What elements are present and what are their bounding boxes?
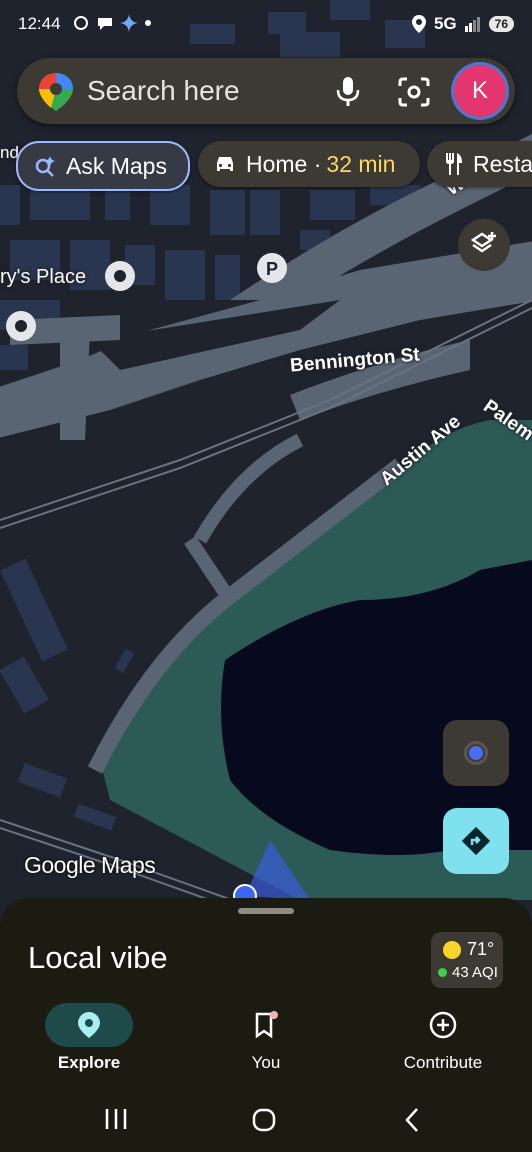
parking-icon[interactable]: P <box>257 253 287 283</box>
add-circle-icon <box>429 1011 457 1039</box>
explore-sheet[interactable]: Local vibe 71° 43 AQI <box>0 898 532 1008</box>
bookmark-icon <box>255 1011 278 1039</box>
my-location-button[interactable] <box>443 720 509 786</box>
place-pin-icon[interactable] <box>105 261 135 291</box>
ask-maps-chip[interactable]: Ask Maps <box>16 141 190 191</box>
directions-icon <box>461 826 491 856</box>
dot-icon <box>145 20 151 26</box>
place-label[interactable]: ry's Place <box>0 266 86 289</box>
home-label: Home · <box>246 150 322 177</box>
air-quality-index: 43 AQI <box>452 964 498 981</box>
battery-level: 76 <box>488 16 514 32</box>
sparkle-search-icon <box>35 156 55 177</box>
chat-icon <box>98 18 112 30</box>
tab-you[interactable]: You <box>196 997 336 1087</box>
network-type: 5G <box>433 14 457 33</box>
tab-contribute-label: Contribute <box>403 1053 483 1072</box>
directions-button[interactable] <box>443 808 509 874</box>
car-icon <box>217 157 233 171</box>
sheet-drag-handle[interactable] <box>238 908 294 914</box>
notification-icon <box>74 16 88 30</box>
layers-button[interactable] <box>458 219 510 271</box>
back-icon[interactable] <box>402 1107 422 1133</box>
layers-icon <box>470 232 496 253</box>
microphone-icon[interactable] <box>333 75 363 107</box>
map-attribution: Google Maps <box>24 852 156 878</box>
category-chips: Ask Maps Home · 32 min Resta <box>16 141 532 191</box>
home-icon[interactable] <box>251 1107 277 1133</box>
weather-widget[interactable]: 71° 43 AQI <box>431 932 503 988</box>
tab-contribute[interactable]: Contribute <box>373 997 513 1087</box>
aqi-status-icon <box>438 968 447 977</box>
location-icon <box>411 15 426 33</box>
restaurants-chip[interactable]: Resta <box>427 141 532 187</box>
home-chip[interactable]: Home · 32 min <box>198 141 420 187</box>
place-pin-icon[interactable] <box>6 311 36 341</box>
status-time: 12:44 <box>18 14 61 33</box>
fork-knife-icon <box>446 153 462 175</box>
sun-icon <box>443 940 461 959</box>
gemini-icon <box>120 14 138 32</box>
bottom-navigation: Explore You Contribute <box>0 997 532 1087</box>
ask-maps-label: Ask Maps <box>66 152 167 179</box>
sheet-title: Local vibe <box>28 940 168 975</box>
weather-temperature: 71° <box>467 939 495 959</box>
system-navigation-bar <box>0 1087 532 1152</box>
tab-explore[interactable]: Explore <box>19 997 159 1087</box>
svg-text:P: P <box>266 259 278 279</box>
google-lens-icon[interactable] <box>397 76 431 108</box>
status-bar: 12:44 5G 76 <box>0 0 532 50</box>
search-bar[interactable]: Search here K <box>17 58 515 124</box>
status-notifications <box>72 14 152 32</box>
recent-apps-icon[interactable] <box>104 1107 128 1131</box>
tab-explore-label: Explore <box>57 1053 121 1072</box>
home-travel-time: 32 min <box>326 150 396 177</box>
avatar[interactable]: K <box>454 65 506 117</box>
signal-icon <box>464 17 480 32</box>
location-target-icon <box>464 741 488 765</box>
search-input[interactable]: Search here <box>87 75 240 107</box>
google-maps-logo-icon <box>39 73 73 111</box>
explore-pin-icon <box>78 1012 100 1038</box>
tab-you-label: You <box>251 1053 281 1072</box>
restaurants-label: Resta <box>473 150 532 177</box>
